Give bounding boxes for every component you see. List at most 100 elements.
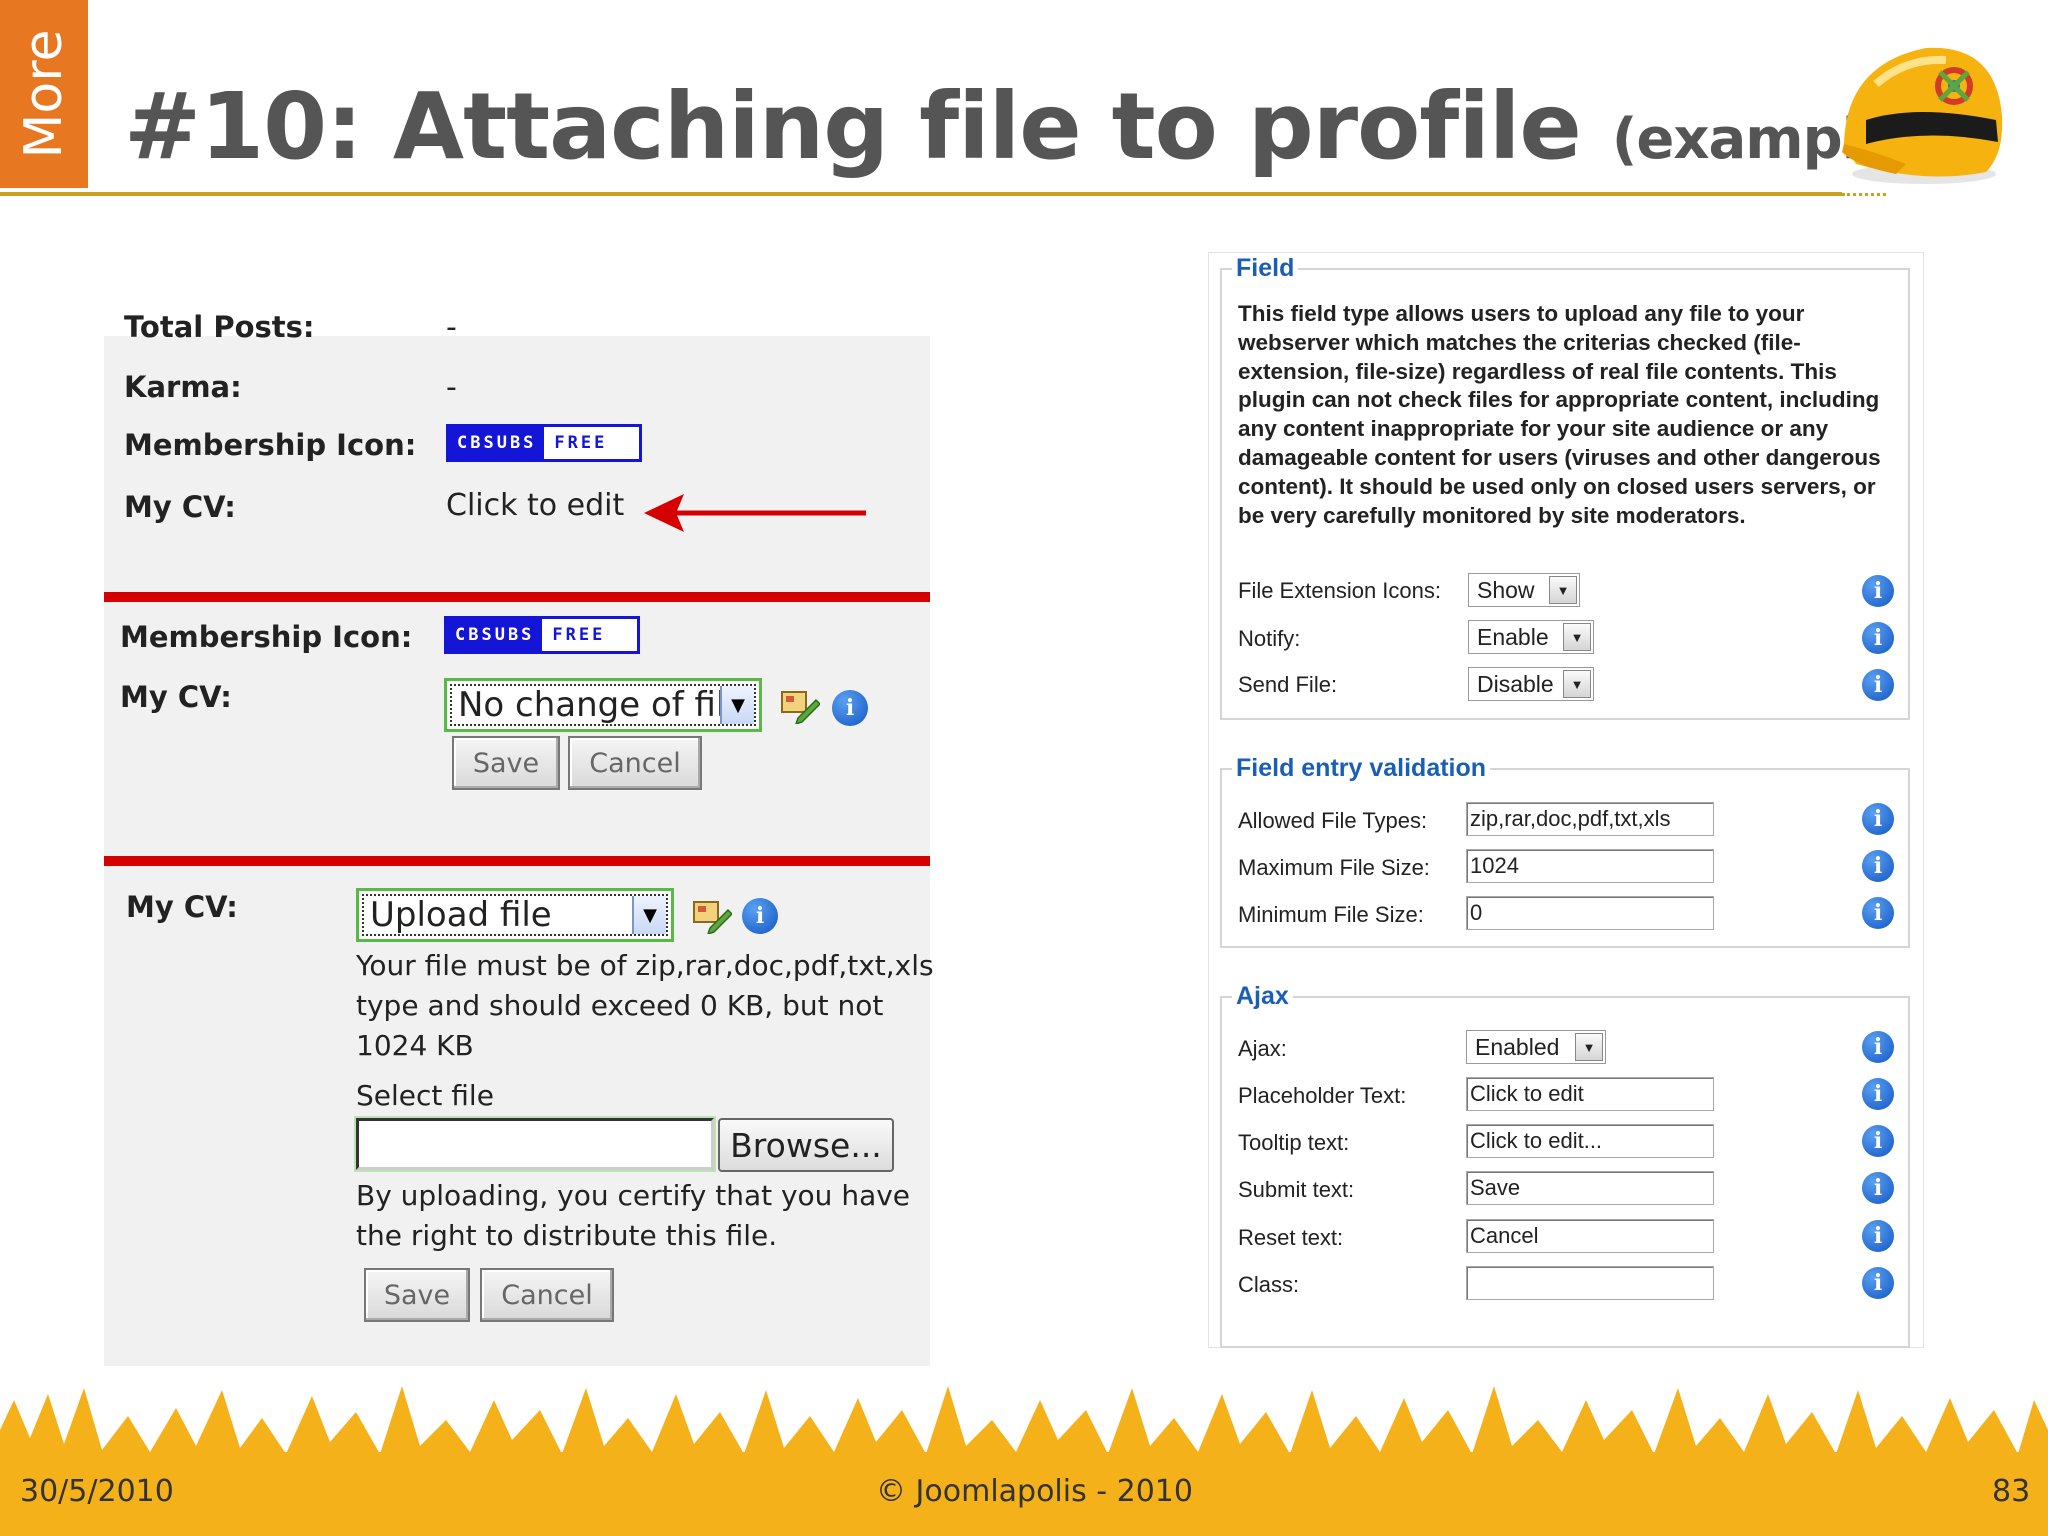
class-input[interactable] (1466, 1266, 1714, 1300)
certify-line: the right to distribute this file. (356, 1219, 778, 1252)
chevron-down-icon[interactable]: ▼ (1563, 670, 1591, 698)
info-icon[interactable]: i (1862, 575, 1894, 607)
field-description: This field type allows users to upload a… (1238, 301, 1881, 528)
file-extension-icons-select[interactable]: Show ▼ (1468, 573, 1580, 607)
ajax-select[interactable]: Enabled ▼ (1466, 1030, 1606, 1064)
save-button[interactable]: Save (364, 1268, 470, 1322)
membership-badge: CBSUBS FREE (446, 424, 642, 462)
cv-upload-value: Upload file ▼ (362, 894, 668, 936)
membership-icon-label: Membership Icon: (124, 428, 417, 462)
send-file-value: Disable (1477, 670, 1554, 697)
slide-title-main: #10: Attaching file to profile (124, 73, 1582, 180)
slide-copyright: © Joomlapolis - 2010 (876, 1474, 1193, 1509)
info-icon[interactable]: i (1862, 1078, 1894, 1110)
membership-badge: CBSUBS FREE (444, 616, 640, 654)
edit-file-icon[interactable] (780, 688, 820, 724)
karma-label: Karma: (124, 370, 242, 404)
chevron-down-icon[interactable]: ▼ (720, 686, 754, 724)
notify-label: Notify: (1238, 626, 1301, 651)
karma-value: - (446, 370, 457, 405)
allowed-file-types-label: Allowed File Types: (1238, 808, 1428, 833)
file-extension-icons-label: File Extension Icons: (1238, 578, 1441, 603)
placeholder-text-input[interactable]: Click to edit (1466, 1077, 1714, 1111)
cv-label: My CV: (124, 490, 236, 524)
notify-select[interactable]: Enable ▼ (1468, 620, 1594, 654)
file-extension-icons-value: Show (1477, 576, 1535, 603)
submit-text-input[interactable]: Save (1466, 1171, 1714, 1205)
total-posts-value: - (446, 310, 457, 345)
chevron-down-icon[interactable]: ▼ (632, 896, 666, 934)
upload-certify-note: By uploading, you certify that you have … (356, 1176, 910, 1256)
cv-file-action-value: No change of file ▼ (450, 684, 756, 726)
file-path-input[interactable] (354, 1116, 716, 1172)
badge-left: CBSUBS (447, 619, 543, 651)
upload-note-line: Your file must be of zip,rar,doc,pdf,txt… (356, 949, 934, 982)
cv-click-to-edit[interactable]: Click to edit (446, 488, 624, 523)
chevron-down-icon[interactable]: ▼ (1563, 623, 1591, 651)
info-icon[interactable]: i (1862, 897, 1894, 929)
section-separator (104, 856, 930, 866)
cv-label: My CV: (120, 680, 232, 714)
browse-button[interactable]: Browse... (718, 1118, 894, 1172)
cv-upload-text: Upload file (370, 895, 552, 935)
cv-label: My CV: (126, 890, 238, 924)
edit-file-icon[interactable] (692, 898, 732, 934)
notify-value: Enable (1477, 623, 1549, 650)
info-icon[interactable]: i (1862, 850, 1894, 882)
info-icon[interactable]: i (1862, 669, 1894, 701)
slide-date: 30/5/2010 (20, 1474, 174, 1509)
total-posts-label: Total Posts: (124, 310, 315, 344)
crowd-silhouette-footer (0, 1386, 2048, 1536)
chevron-down-icon[interactable]: ▼ (1575, 1033, 1603, 1061)
title-rule (0, 192, 1842, 196)
info-icon[interactable]: i (1862, 803, 1894, 835)
info-icon[interactable]: i (1862, 1172, 1894, 1204)
hardhat-logo-icon (1842, 47, 2003, 184)
max-file-size-label: Maximum File Size: (1238, 855, 1430, 880)
field-legend: Field (1232, 254, 1299, 283)
send-file-label: Send File: (1238, 672, 1338, 697)
cv-file-action-select[interactable]: No change of file ▼ (444, 678, 762, 732)
upload-restrictions-note: Your file must be of zip,rar,doc,pdf,txt… (356, 946, 934, 1066)
section-tab-label: More (14, 29, 74, 159)
cv-file-action-text: No change of file (458, 685, 747, 725)
max-file-size-input[interactable]: 1024 (1466, 849, 1714, 883)
allowed-file-types-input[interactable]: zip,rar,doc,pdf,txt,xls (1466, 802, 1714, 836)
select-file-label: Select file (356, 1079, 494, 1112)
cv-upload-select[interactable]: Upload file ▼ (356, 888, 674, 942)
slide-page-number: 83 (1992, 1474, 2031, 1509)
ajax-value: Enabled (1475, 1033, 1560, 1060)
save-button[interactable]: Save (452, 736, 560, 790)
min-file-size-label: Minimum File Size: (1238, 902, 1424, 927)
send-file-select[interactable]: Disable ▼ (1468, 667, 1594, 701)
validation-legend: Field entry validation (1232, 754, 1491, 783)
ajax-legend: Ajax (1232, 982, 1293, 1011)
certify-line: By uploading, you certify that you have (356, 1179, 911, 1212)
section-tab: More (0, 0, 88, 188)
info-icon[interactable]: i (1862, 1125, 1894, 1157)
reset-text-input[interactable]: Cancel (1466, 1219, 1714, 1253)
min-file-size-input[interactable]: 0 (1466, 896, 1714, 930)
badge-right: FREE (552, 625, 606, 645)
tooltip-text-input[interactable]: Click to edit... (1466, 1124, 1714, 1158)
cancel-button[interactable]: Cancel (480, 1268, 614, 1322)
red-arrow-icon (644, 494, 866, 532)
slide-title: #10: Attaching file to profile (example) (124, 62, 1923, 192)
info-icon[interactable]: i (742, 898, 778, 934)
membership-icon-label: Membership Icon: (120, 620, 413, 654)
cancel-button[interactable]: Cancel (568, 736, 702, 790)
info-icon[interactable]: i (1862, 1031, 1894, 1063)
badge-left: CBSUBS (449, 427, 545, 459)
info-icon[interactable]: i (832, 690, 868, 726)
ajax-label: Ajax: (1238, 1036, 1287, 1061)
section-separator (104, 592, 930, 602)
info-icon[interactable]: i (1862, 1220, 1894, 1252)
chevron-down-icon[interactable]: ▼ (1549, 576, 1577, 604)
info-icon[interactable]: i (1862, 1267, 1894, 1299)
tooltip-text-label: Tooltip text: (1238, 1130, 1350, 1155)
class-label: Class: (1238, 1272, 1300, 1297)
upload-note-line: 1024 KB (356, 1029, 474, 1062)
badge-right: FREE (554, 433, 608, 453)
upload-note-line: type and should exceed 0 KB, but not (356, 989, 884, 1022)
info-icon[interactable]: i (1862, 622, 1894, 654)
